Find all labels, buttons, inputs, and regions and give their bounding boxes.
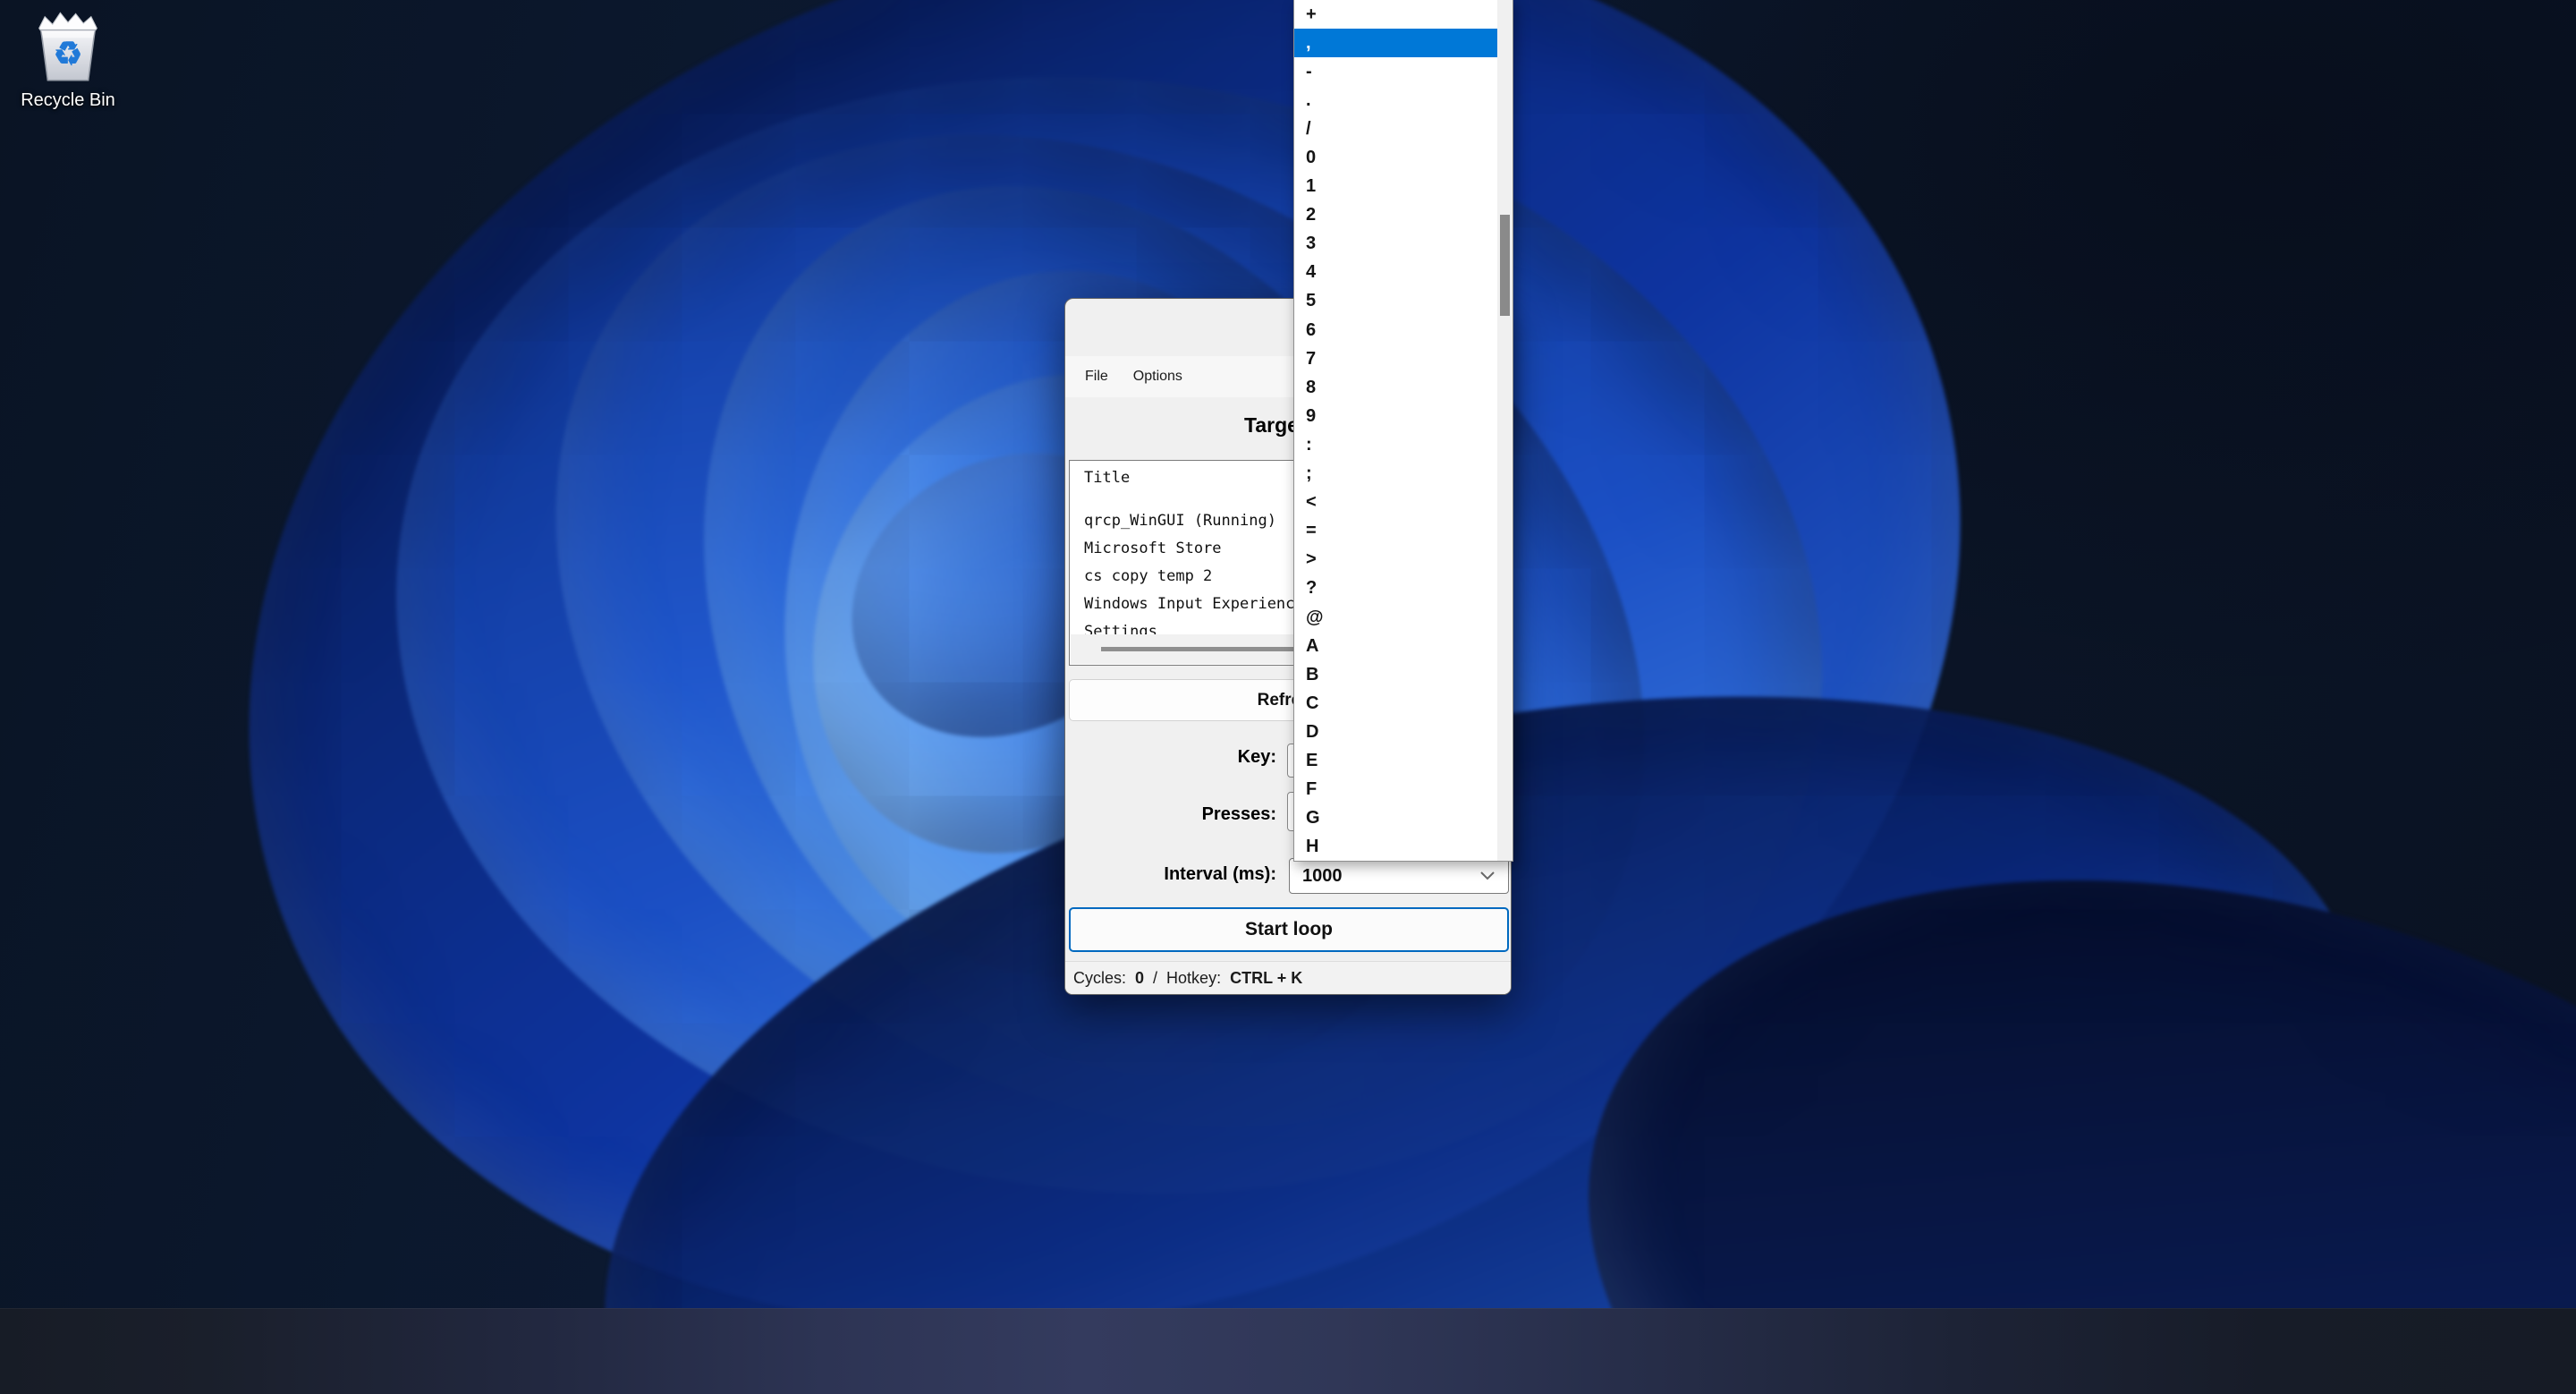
key-option[interactable]: ; (1294, 460, 1497, 489)
key-option[interactable]: C (1294, 689, 1497, 718)
key-dropdown-list[interactable]: +,-./0123456789:;<=>?@ABCDEFGH (1293, 0, 1513, 862)
key-option[interactable]: A (1294, 632, 1497, 660)
key-dropdown-items: +,-./0123456789:;<=>?@ABCDEFGH (1294, 0, 1497, 861)
key-option[interactable]: = (1294, 517, 1497, 546)
key-option[interactable]: D (1294, 718, 1497, 746)
key-option[interactable]: G (1294, 804, 1497, 833)
desktop: ♻ Recycle Bin FileOptions Target: Title … (0, 0, 2576, 1394)
key-option[interactable]: < (1294, 489, 1497, 517)
key-option[interactable]: F (1294, 776, 1497, 804)
interval-combobox[interactable]: 1000 (1289, 858, 1509, 894)
interval-label: Interval (ms): (1065, 864, 1276, 885)
key-option[interactable]: 3 (1294, 230, 1497, 259)
key-option[interactable]: H (1294, 833, 1497, 861)
list-column-header[interactable]: Title (1084, 469, 1130, 487)
hotkey-value: CTRL + K (1230, 969, 1302, 988)
recycle-bin-icon: ♻ (33, 9, 103, 84)
key-label: Key: (1065, 747, 1276, 768)
chevron-down-icon (1479, 871, 1496, 881)
key-option[interactable]: 6 (1294, 316, 1497, 344)
key-option[interactable]: @ (1294, 603, 1497, 632)
hotkey-label: Hotkey: (1166, 969, 1221, 988)
recycle-bin-desktop-icon[interactable]: ♻ Recycle Bin (5, 9, 131, 111)
key-option[interactable]: . (1294, 86, 1497, 115)
key-option[interactable]: - (1294, 57, 1497, 86)
key-option[interactable]: , (1294, 29, 1497, 57)
key-option[interactable]: ? (1294, 574, 1497, 603)
menu-item[interactable]: Options (1121, 356, 1195, 397)
status-bar: Cycles: 0 / Hotkey: CTRL + K (1065, 961, 1511, 994)
scrollbar-thumb[interactable] (1500, 215, 1510, 316)
key-option[interactable]: 8 (1294, 373, 1497, 402)
key-option[interactable]: 5 (1294, 287, 1497, 316)
key-option[interactable]: E (1294, 746, 1497, 775)
cycles-label: Cycles: (1073, 969, 1126, 988)
key-option[interactable]: 9 (1294, 402, 1497, 430)
vertical-scrollbar[interactable] (1497, 0, 1513, 861)
svg-text:♻: ♻ (54, 35, 83, 72)
presses-label: Presses: (1065, 804, 1276, 825)
status-separator: / (1153, 969, 1157, 988)
cycles-value: 0 (1135, 969, 1144, 988)
key-option[interactable]: > (1294, 546, 1497, 574)
key-option[interactable]: 7 (1294, 344, 1497, 373)
taskbar: 1 30°F Clear Search (0, 1308, 2576, 1394)
recycle-bin-label: Recycle Bin (5, 90, 131, 111)
key-option[interactable]: 0 (1294, 143, 1497, 172)
start-loop-button[interactable]: Start loop (1069, 907, 1509, 952)
menu-item[interactable]: File (1072, 356, 1121, 397)
key-option[interactable]: 2 (1294, 201, 1497, 230)
key-option[interactable]: / (1294, 115, 1497, 143)
interval-value: 1000 (1290, 866, 1343, 887)
key-option[interactable]: : (1294, 430, 1497, 459)
key-option[interactable]: 1 (1294, 173, 1497, 201)
key-option[interactable]: 4 (1294, 259, 1497, 287)
key-option[interactable]: B (1294, 660, 1497, 689)
key-option[interactable]: + (1294, 0, 1497, 29)
